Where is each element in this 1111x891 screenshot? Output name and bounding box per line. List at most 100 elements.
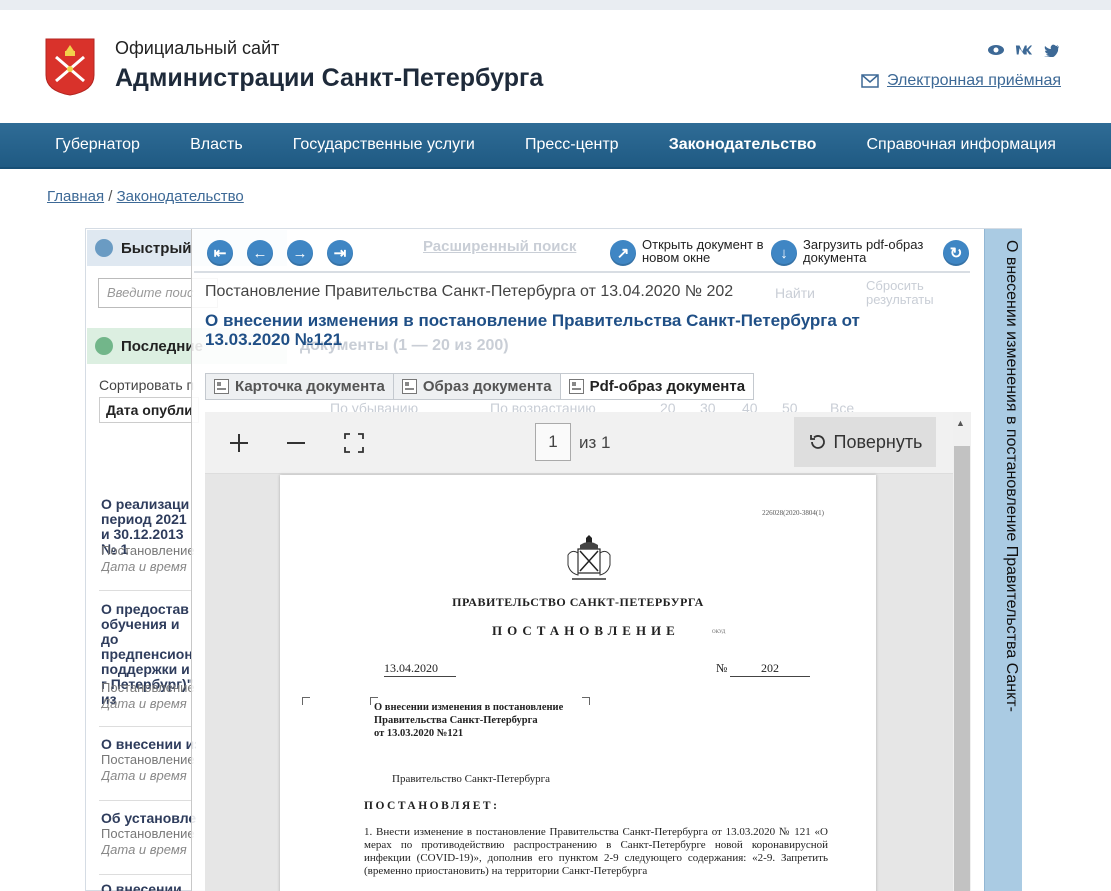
reception-link[interactable]: Электронная приёмная bbox=[887, 72, 1061, 90]
coat-of-arms-icon bbox=[567, 535, 611, 580]
download-icon[interactable]: ↓ bbox=[771, 240, 797, 266]
twitter-icon[interactable] bbox=[1043, 42, 1061, 58]
scroll-thumb[interactable] bbox=[954, 446, 970, 891]
tab-label: Pdf-образ документа bbox=[589, 378, 746, 395]
toolbar-divider bbox=[194, 271, 970, 273]
last-doc-icon[interactable]: ⇥ bbox=[327, 240, 353, 266]
breadcrumb-current[interactable]: Законодательство bbox=[117, 188, 244, 205]
nav-item-services[interactable]: Государственные услуги bbox=[293, 136, 475, 154]
list-item[interactable]: О внесении bbox=[101, 882, 196, 891]
tab-document-card[interactable]: Карточка документа bbox=[205, 373, 393, 400]
social-links bbox=[987, 42, 1061, 58]
nav-item-power[interactable]: Власть bbox=[190, 136, 243, 154]
subject-line: О внесении изменения в постановление bbox=[374, 702, 564, 713]
main-nav: Губернатор Власть Государственные услуги… bbox=[0, 123, 1111, 169]
tab-label: Карточка документа bbox=[235, 378, 385, 395]
rotate-label: Повернуть bbox=[833, 431, 923, 452]
sort-select[interactable]: Дата опубли bbox=[99, 397, 199, 423]
card-icon bbox=[214, 379, 229, 394]
number-label: № bbox=[716, 661, 728, 675]
list-item-title[interactable]: О реализаци период 2021 и 30.12.2013 № 1 bbox=[101, 497, 196, 557]
document-meta: Постановление Правительства Санкт-Петерб… bbox=[205, 283, 734, 300]
tab-document-image[interactable]: Образ документа bbox=[392, 373, 560, 400]
find-button[interactable]: Найти bbox=[775, 285, 815, 301]
list-item-date: Дата и время bbox=[101, 842, 187, 857]
list-item-date: Дата и время bbox=[101, 768, 187, 783]
document-subject: О внесении изменения в постановление Пра… bbox=[374, 701, 563, 740]
search-circle-icon bbox=[95, 239, 113, 257]
tab-pdf-image[interactable]: Pdf-образ документа bbox=[559, 373, 755, 400]
viewer-scrollbar[interactable]: ▲ bbox=[953, 412, 971, 891]
document-number: 202 bbox=[730, 661, 810, 677]
reset-results-button[interactable]: Сбросить результаты bbox=[866, 279, 946, 307]
list-item[interactable]: О внесении из Постановление Дата и время bbox=[101, 737, 196, 784]
advanced-search-link[interactable]: Расширенный поиск bbox=[423, 238, 576, 255]
list-item[interactable]: О предостав обучения и до предпенсион по… bbox=[101, 602, 196, 712]
side-panel-title: О внесении изменения в постановление Пра… bbox=[1003, 240, 1020, 712]
first-doc-icon[interactable]: ⇤ bbox=[207, 240, 233, 266]
list-item-title[interactable]: О внесении из bbox=[101, 737, 196, 752]
rotate-button[interactable]: Повернуть bbox=[794, 417, 936, 467]
reception[interactable]: Электронная приёмная bbox=[861, 72, 1061, 90]
divider bbox=[99, 726, 191, 727]
rotate-icon bbox=[809, 435, 825, 449]
document-date: 13.04.2020 bbox=[384, 661, 456, 677]
nav-item-press[interactable]: Пресс-центр bbox=[525, 136, 619, 154]
coat-of-arms-logo[interactable] bbox=[44, 37, 96, 97]
list-item[interactable]: Об установле Постановление Дата и время bbox=[101, 811, 196, 858]
open-new-window-icon[interactable]: ↗ bbox=[610, 240, 636, 266]
scroll-up-icon[interactable]: ▲ bbox=[956, 418, 965, 428]
decrees-heading: ПОСТАНОВЛЯЕТ: bbox=[364, 800, 500, 812]
nav-item-legislation[interactable]: Законодательство bbox=[669, 136, 817, 154]
registration-number: 226028(2020-3804(1) bbox=[762, 509, 824, 517]
corner-mark bbox=[302, 697, 310, 705]
vk-icon[interactable] bbox=[1015, 42, 1033, 58]
list-item[interactable]: О реализаци период 2021 и 30.12.2013 № 1… bbox=[101, 497, 196, 575]
list-item-title[interactable]: Об установле bbox=[101, 811, 196, 826]
sort-label: Сортировать п bbox=[99, 377, 195, 393]
download-pdf-button[interactable]: Загрузить pdf-образ документа bbox=[803, 238, 933, 264]
list-item-date: Дата и время bbox=[101, 559, 187, 574]
document-title: О внесении изменения в постановление Пра… bbox=[205, 311, 860, 349]
next-doc-icon[interactable]: → bbox=[287, 240, 313, 266]
zoom-in-icon[interactable] bbox=[224, 428, 254, 458]
pdf-icon bbox=[568, 379, 584, 394]
eye-icon[interactable] bbox=[987, 42, 1005, 58]
list-item-type: Постановление bbox=[101, 543, 195, 558]
page-number-input[interactable]: 1 bbox=[535, 423, 571, 461]
open-new-window-button[interactable]: Открыть документ в новом окне bbox=[642, 238, 767, 264]
document-type: ПОСТАНОВЛЕНИЕ bbox=[492, 623, 680, 638]
subject-line: от 13.03.2020 №121 bbox=[374, 728, 464, 739]
zoom-out-icon[interactable] bbox=[281, 428, 311, 458]
list-item-type: Постановление bbox=[101, 752, 195, 767]
mail-icon bbox=[861, 74, 879, 88]
site-subtitle: Официальный сайт bbox=[115, 38, 280, 58]
nav-item-reference[interactable]: Справочная информация bbox=[866, 136, 1055, 154]
breadcrumb-home[interactable]: Главная bbox=[47, 188, 104, 205]
list-item-title[interactable]: О внесении bbox=[101, 882, 196, 891]
image-icon bbox=[401, 379, 417, 394]
nav-item-governor[interactable]: Губернатор bbox=[55, 136, 140, 154]
site-title[interactable]: Администрации Санкт-Петербурга bbox=[115, 64, 543, 93]
divider bbox=[99, 800, 191, 801]
list-item-title[interactable]: О предостав обучения и до предпенсион по… bbox=[101, 602, 196, 707]
divider bbox=[99, 874, 191, 875]
prev-doc-icon[interactable]: ← bbox=[247, 240, 273, 266]
document-tabs: Карточка документа Образ документа Pdf-о… bbox=[205, 373, 755, 400]
refresh-icon[interactable]: ↻ bbox=[943, 240, 969, 266]
list-item-type: Постановление bbox=[101, 680, 195, 695]
corner-mark bbox=[582, 697, 590, 705]
page-count: из 1 bbox=[579, 433, 611, 452]
breadcrumb-separator: / bbox=[108, 188, 113, 205]
list-circle-icon bbox=[95, 337, 113, 355]
pdf-page: 226028(2020-3804(1) ПРАВИТЕЛЬСТВО САНКТ-… bbox=[280, 475, 876, 891]
government-heading: ПРАВИТЕЛЬСТВО САНКТ-ПЕТЕРБУРГА bbox=[452, 595, 704, 609]
okud-label: ОКУД bbox=[712, 630, 726, 635]
fullscreen-icon[interactable] bbox=[339, 428, 369, 458]
breadcrumb: Главная / Законодательство bbox=[47, 188, 244, 205]
pdf-viewer: 1 из 1 Повернуть 226028(2020-3804(1) ПРА… bbox=[205, 412, 971, 891]
tab-label: Образ документа bbox=[422, 378, 552, 395]
list-item-date: Дата и время bbox=[101, 696, 187, 711]
pdf-toolbar: 1 из 1 Повернуть bbox=[205, 412, 953, 474]
list-item-type: Постановление bbox=[101, 826, 195, 841]
